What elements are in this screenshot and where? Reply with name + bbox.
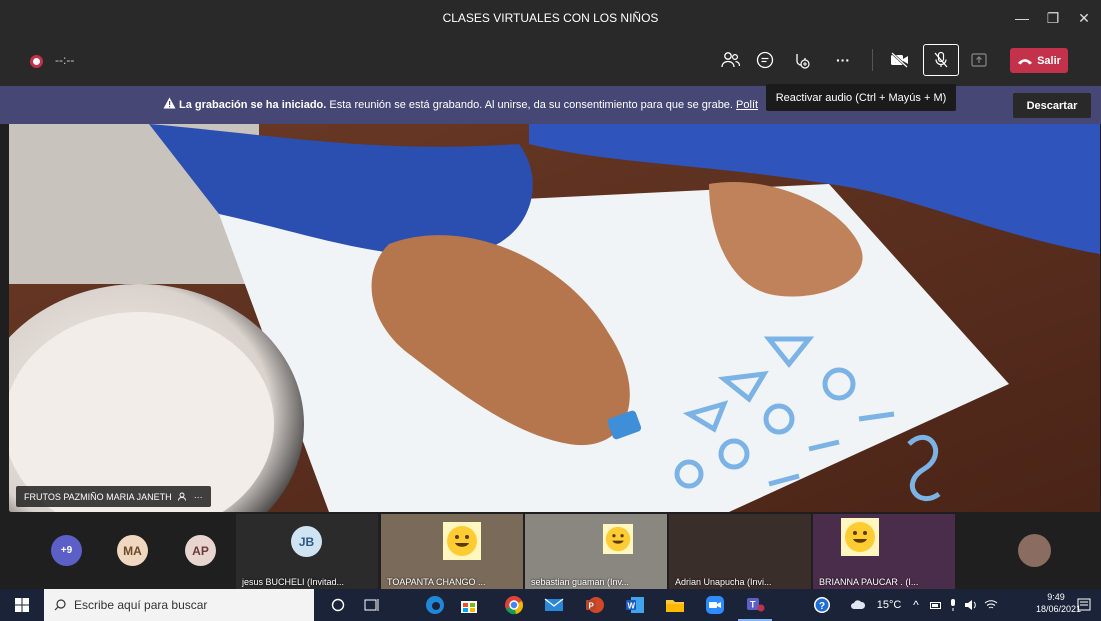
svg-text:T: T: [750, 600, 756, 610]
hangup-icon: [1018, 58, 1033, 64]
participant-name: TOAPANTA CHANGO ...: [387, 577, 486, 587]
window-title: CLASES VIRTUALES CON LOS NIÑOS: [442, 11, 659, 25]
wifi-icon[interactable]: [982, 589, 1000, 621]
recording-notice-bold: La grabación se ha iniciado.: [179, 99, 327, 111]
unmute-tooltip: Reactivar audio (Ctrl + Mayús + M): [766, 84, 956, 111]
participant-name: BRIANNA PAUCAR . (I...: [819, 577, 919, 587]
share-screen-icon[interactable]: [968, 51, 990, 69]
participant-name: Adrian Unapucha (Invi...: [675, 577, 772, 587]
clock-time: 9:49: [1047, 592, 1065, 602]
participant-name: sebastian guaman (Inv...: [531, 577, 629, 587]
more-options-button[interactable]: ···: [830, 47, 856, 73]
participant-tile[interactable]: BRIANNA PAUCAR . (I...: [813, 514, 955, 589]
smiley-icon: [603, 524, 633, 554]
participant-icon: [177, 492, 186, 501]
warning-icon: [163, 97, 176, 109]
windows-start-icon[interactable]: [4, 589, 40, 621]
privacy-policy-link[interactable]: Polít: [736, 99, 758, 111]
smiley-icon: [443, 522, 481, 560]
mic-off-icon: [934, 51, 948, 68]
main-participant-name: FRUTOS PAZMIÑO MARIA JANETH: [24, 491, 172, 502]
participant-name: jesus BUCHELI (Invitad...: [242, 577, 345, 587]
main-participant-name-tag: FRUTOS PAZMIÑO MARIA JANETH ···: [16, 486, 211, 507]
help-icon[interactable]: ?: [808, 589, 836, 621]
recording-icon: [30, 55, 43, 68]
chevron-up-icon[interactable]: ^: [908, 589, 924, 621]
search-placeholder: Escribe aquí para buscar: [74, 598, 208, 612]
smiley-icon: [841, 518, 879, 556]
zoom-icon[interactable]: [698, 589, 732, 621]
dismiss-button[interactable]: Descartar: [1013, 93, 1091, 118]
avatar-jb: JB: [291, 526, 322, 557]
recording-notice-text: Esta reunión se está grabando. Al unirse…: [326, 99, 737, 111]
minimize-button[interactable]: —: [1012, 8, 1032, 28]
volume-icon[interactable]: [962, 589, 980, 621]
svg-text:?: ?: [819, 601, 825, 612]
battery-icon[interactable]: [928, 589, 944, 621]
recording-notice: La grabación se ha iniciado. Esta reunió…: [163, 99, 758, 111]
mic-muted-button[interactable]: [923, 44, 959, 76]
camera-off-icon[interactable]: [887, 47, 913, 73]
svg-text:W: W: [628, 602, 636, 611]
participants-icon[interactable]: [718, 47, 744, 73]
weather-temperature[interactable]: 15°C: [872, 589, 906, 621]
powerpoint-icon[interactable]: P: [578, 589, 612, 621]
chrome-icon[interactable]: [497, 589, 531, 621]
avatar-ap[interactable]: AP: [185, 535, 216, 566]
close-button[interactable]: ✕: [1074, 8, 1094, 28]
teams-icon[interactable]: T: [738, 589, 772, 621]
clock-date: 18/06/2021: [1036, 604, 1082, 614]
participant-tile[interactable]: TOAPANTA CHANGO ...: [381, 514, 523, 589]
edge-icon[interactable]: [418, 589, 452, 621]
participant-tile[interactable]: JB jesus BUCHELI (Invitad...: [236, 514, 378, 589]
main-participant-more-button[interactable]: ···: [194, 492, 203, 502]
store-icon[interactable]: [452, 589, 486, 621]
toolbar-divider: [872, 49, 873, 71]
file-explorer-icon[interactable]: [658, 589, 692, 621]
weather-icon[interactable]: [848, 589, 868, 621]
leave-button[interactable]: Salir: [1010, 48, 1068, 73]
task-view-icon[interactable]: [357, 589, 387, 621]
recording-timer: --:--: [55, 53, 75, 67]
mail-icon[interactable]: [537, 589, 571, 621]
participant-photo-avatar[interactable]: [1018, 534, 1051, 567]
overflow-participants-button[interactable]: +9: [51, 535, 82, 566]
word-icon[interactable]: W: [618, 589, 652, 621]
search-icon: [54, 599, 66, 611]
microphone-tray-icon[interactable]: [946, 589, 960, 621]
cortana-icon[interactable]: [323, 589, 353, 621]
title-bar: CLASES VIRTUALES CON LOS NIÑOS — ❐ ✕: [0, 0, 1101, 36]
video-frame: [9, 124, 1100, 512]
chat-icon[interactable]: [752, 47, 778, 73]
avatar-ma[interactable]: MA: [117, 535, 148, 566]
svg-text:P: P: [589, 602, 595, 611]
maximize-button[interactable]: ❐: [1043, 8, 1063, 28]
participant-tile[interactable]: Adrian Unapucha (Invi...: [669, 514, 811, 589]
taskbar-search[interactable]: Escribe aquí para buscar: [44, 589, 314, 621]
leave-label: Salir: [1037, 54, 1061, 67]
main-video: [9, 124, 1100, 512]
taskbar-clock[interactable]: 9:49 18/06/2021: [1036, 591, 1082, 615]
participant-tile[interactable]: sebastian guaman (Inv...: [525, 514, 667, 589]
reactions-icon[interactable]: [788, 47, 814, 73]
